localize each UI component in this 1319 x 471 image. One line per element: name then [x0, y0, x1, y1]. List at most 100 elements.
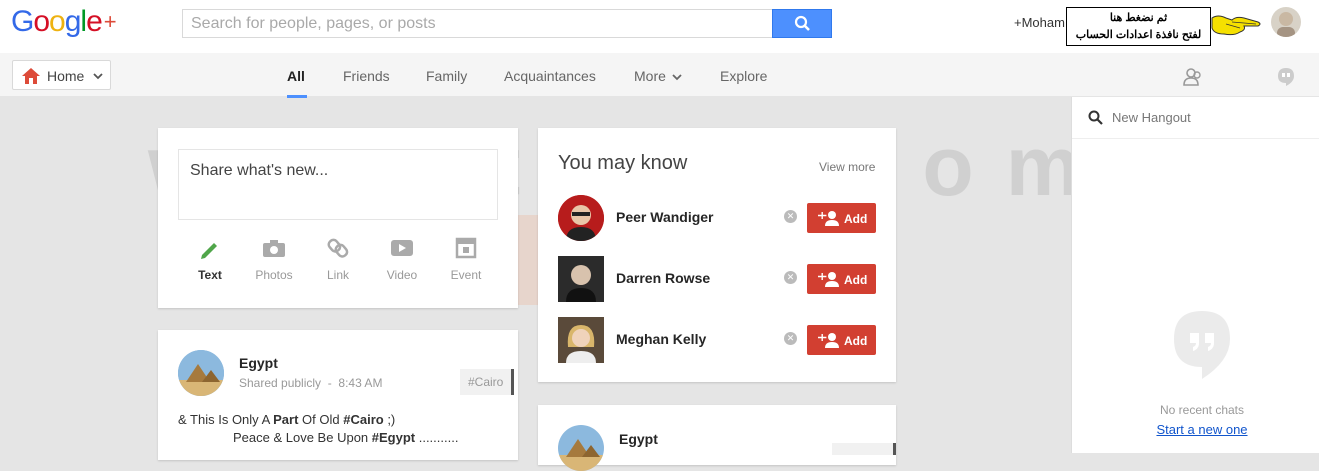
post-hashtag[interactable]: [832, 443, 896, 455]
circles-icon[interactable]: [1182, 65, 1204, 87]
tab-more-label: More: [634, 68, 666, 84]
post-hashtag-link[interactable]: #Egypt: [372, 430, 415, 445]
dismiss-icon[interactable]: ✕: [784, 210, 797, 223]
pyramids-image-icon: [178, 350, 224, 396]
post-time[interactable]: 8:43 AM: [338, 376, 382, 390]
post-hashtag[interactable]: #Cairo: [460, 369, 515, 395]
post-text-fragment: & This Is Only A: [178, 412, 274, 427]
post-card: Egypt Shared publicly - 8:43 AM #Cairo &…: [158, 330, 518, 460]
you-may-know-title: You may know: [558, 152, 688, 174]
share-link-label: Link: [326, 268, 349, 282]
person-photo-icon: [558, 195, 604, 241]
tab-friends[interactable]: Friends: [343, 68, 390, 84]
post-avatar[interactable]: [178, 350, 224, 396]
post-text-line-1: & This Is Only A Part Of Old #Cairo ;): [178, 411, 458, 429]
hangouts-sidebar: New Hangout No recent chats Start a new …: [1071, 97, 1319, 453]
post-text: & This Is Only A Part Of Old #Cairo ;) P…: [178, 411, 458, 447]
hangouts-icon[interactable]: [1277, 67, 1295, 87]
post-text-line-2: Peace & Love Be Upon #Egypt ...........: [178, 429, 458, 447]
new-hangout-search[interactable]: New Hangout: [1072, 97, 1319, 139]
camera-icon: [263, 240, 285, 257]
person-photo-icon: [558, 317, 604, 363]
person-avatar[interactable]: [558, 195, 604, 241]
annotation-line-2: لفتح نافذة اعدادات الحساب: [1075, 29, 1202, 41]
you-may-know-card: You may know View more Peer Wandiger ✕ A…: [538, 128, 896, 382]
video-icon: [391, 240, 413, 256]
search-icon: [794, 15, 810, 31]
view-more-link[interactable]: View more: [819, 160, 875, 174]
annotation-box: ثم نضغط هنا لفتح نافذة اعدادات الحساب: [1066, 7, 1211, 46]
tab-acquaintances[interactable]: Acquaintances: [504, 68, 596, 84]
avatar-face-icon: [1277, 12, 1295, 37]
new-hangout-placeholder: New Hangout: [1112, 110, 1191, 125]
stream-nav-bar: Home All Friends Family Acquaintances Mo…: [0, 53, 1319, 98]
post-author[interactable]: Egypt: [239, 355, 278, 371]
dismiss-icon[interactable]: ✕: [784, 332, 797, 345]
username-link[interactable]: +Moham: [1014, 15, 1065, 30]
post-text-bold: Part: [273, 412, 299, 427]
post-avatar[interactable]: [558, 425, 604, 471]
share-event-button[interactable]: Event: [436, 237, 496, 282]
google-plus-logo[interactable]: Google+: [11, 5, 117, 39]
add-person-icon: [818, 333, 839, 348]
chevron-down-icon: [672, 74, 682, 81]
home-icon: [22, 68, 40, 84]
share-text-label: Text: [198, 268, 222, 282]
share-video-button[interactable]: Video: [372, 240, 432, 282]
search-icon: [1088, 110, 1103, 125]
tab-explore[interactable]: Explore: [720, 68, 767, 84]
add-person-icon: [818, 211, 839, 226]
add-person-button[interactable]: Add: [807, 264, 876, 294]
suggested-person: Meghan Kelly ✕ Add: [558, 317, 898, 363]
search-input[interactable]: [183, 10, 773, 37]
home-menu-button[interactable]: Home: [12, 60, 111, 90]
person-name[interactable]: Meghan Kelly: [616, 331, 706, 347]
person-avatar[interactable]: [558, 256, 604, 302]
post-meta: Shared publicly - 8:43 AM: [239, 376, 382, 390]
search-box: [182, 9, 773, 38]
share-text-button[interactable]: Text: [180, 243, 240, 282]
post-author[interactable]: Egypt: [619, 431, 658, 447]
calendar-icon: [455, 237, 477, 259]
add-person-button[interactable]: Add: [807, 325, 876, 355]
annotation-line-1: ثم نضغط هنا: [1109, 12, 1168, 24]
tab-more[interactable]: More: [634, 68, 682, 84]
post-visibility[interactable]: Shared publicly: [239, 376, 321, 390]
post-text-fragment: Of Old: [298, 412, 344, 427]
post-text-fragment: ;): [383, 412, 396, 427]
search-button[interactable]: [772, 9, 832, 38]
person-name[interactable]: Darren Rowse: [616, 270, 710, 286]
add-person-button[interactable]: Add: [807, 203, 876, 233]
post-text-fragment: Peace & Love Be Upon: [233, 430, 372, 445]
post-hashtag-link[interactable]: #Cairo: [343, 412, 383, 427]
dismiss-icon[interactable]: ✕: [784, 271, 797, 284]
suggested-person: Darren Rowse ✕ Add: [558, 256, 898, 302]
tab-family[interactable]: Family: [426, 68, 467, 84]
post-card: Egypt: [538, 405, 896, 471]
tab-all[interactable]: All: [287, 68, 305, 84]
share-input[interactable]: Share what's new...: [178, 149, 498, 220]
account-avatar[interactable]: [1271, 7, 1301, 37]
suggested-person: Peer Wandiger ✕ Add: [558, 195, 898, 241]
post-text-fragment: ...........: [415, 430, 459, 445]
add-label: Add: [844, 212, 868, 226]
add-label: Add: [844, 273, 868, 287]
no-recent-chats-text: No recent chats: [1159, 403, 1245, 417]
active-tab-indicator: [287, 95, 307, 98]
share-link-button[interactable]: Link: [308, 238, 368, 282]
home-label: Home: [47, 68, 85, 84]
top-bar: Google+ +Moham ثم نضغط هنا لفتح نافذة اع…: [0, 0, 1319, 53]
post-meta-separator: -: [327, 376, 332, 390]
person-avatar[interactable]: [558, 317, 604, 363]
pointing-hand-icon: [1211, 15, 1261, 36]
person-name[interactable]: Peer Wandiger: [616, 209, 714, 225]
chevron-down-icon: [93, 73, 103, 80]
share-photos-button[interactable]: Photos: [244, 240, 304, 282]
share-event-label: Event: [450, 268, 482, 282]
pencil-icon: [201, 243, 217, 259]
link-icon: [327, 238, 349, 258]
start-new-hangout-link[interactable]: Start a new one: [1072, 422, 1319, 437]
share-card: Share what's new... Text Photos Link Vid…: [158, 128, 518, 308]
person-photo-icon: [558, 256, 604, 302]
add-label: Add: [844, 334, 868, 348]
